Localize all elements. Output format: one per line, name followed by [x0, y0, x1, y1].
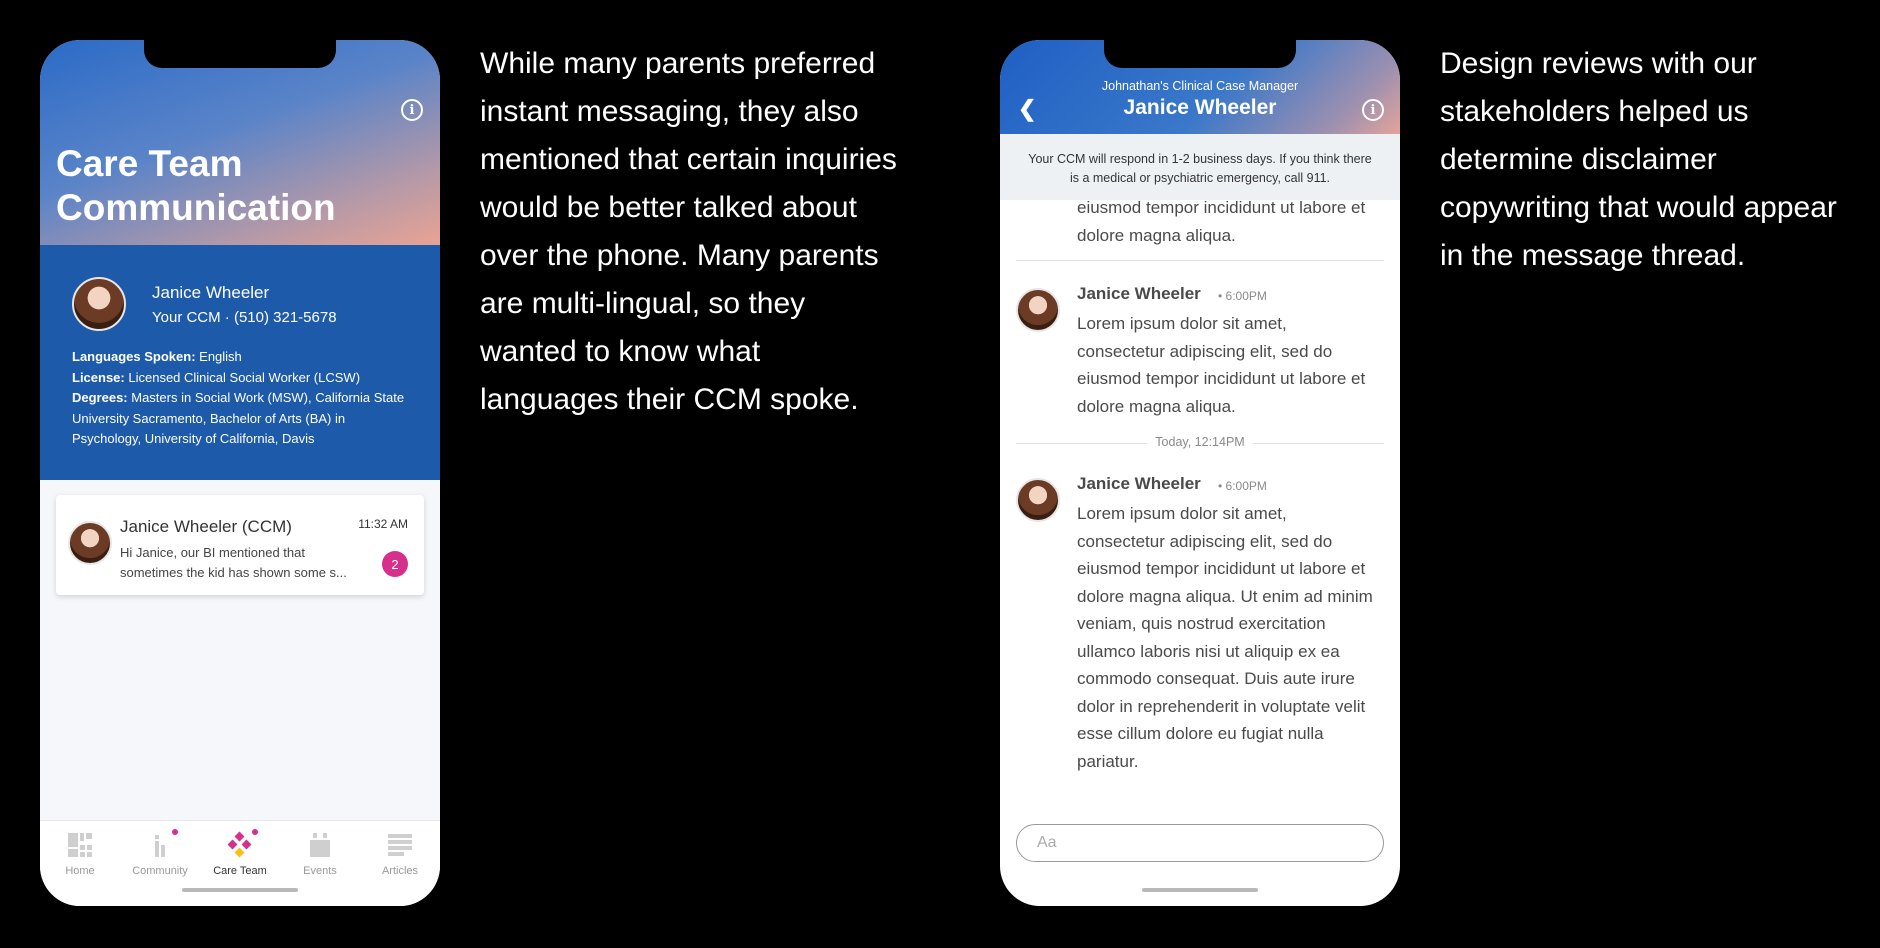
tab-label: Community: [132, 865, 188, 877]
message-composer[interactable]: [1016, 824, 1384, 862]
message-time: • 6:00PM: [1218, 479, 1267, 493]
conversation-name: Janice Wheeler (CCM): [120, 517, 292, 536]
degrees-label: Degrees:: [72, 390, 128, 405]
care-team-phone-mockup: i Care Team Communication Janice Wheeler…: [40, 40, 440, 906]
tab-articles[interactable]: Articles: [360, 831, 440, 877]
license-row: License: Licensed Clinical Social Worker…: [72, 368, 412, 389]
caption-right: Design reviews with our stakeholders hel…: [1440, 47, 1837, 272]
home-indicator: [1142, 888, 1258, 892]
degrees-row: Degrees: Masters in Social Work (MSW), C…: [72, 388, 412, 450]
date-separator: Today, 12:14PM: [1000, 435, 1400, 449]
avatar: [1016, 288, 1060, 332]
tab-label: Articles: [381, 865, 419, 877]
info-icon[interactable]: i: [401, 99, 423, 121]
conversation-list-item[interactable]: Janice Wheeler (CCM) 11:32 AM Hi Janice,…: [56, 495, 424, 595]
license-value: Licensed Clinical Social Worker (LCSW): [124, 369, 361, 385]
home-indicator: [182, 888, 298, 892]
phone-notch: [1104, 40, 1296, 68]
license-label: License:: [72, 369, 125, 385]
unread-badge: 2: [382, 551, 408, 577]
avatar: [72, 277, 126, 331]
ccm-role-phone[interactable]: Your CCM · (510) 321-5678: [152, 309, 337, 326]
community-icon: [146, 829, 178, 859]
articles-icon: [386, 831, 414, 859]
ccm-profile-card: Janice Wheeler Your CCM · (510) 321-5678…: [40, 245, 440, 480]
care-team-icon: [226, 829, 258, 859]
thread-subtitle: Johnathan's Clinical Case Manager: [1101, 79, 1299, 93]
conversation-preview: Hi Janice, our BI mentioned that sometim…: [120, 545, 347, 580]
care-team-header: i Care Team Communication: [40, 40, 440, 245]
tab-label: Care Team: [213, 865, 267, 877]
tab-community[interactable]: Community: [120, 829, 200, 877]
message-input[interactable]: [1017, 825, 1383, 861]
bottom-tab-bar: Home Community Care Team Events Articles: [40, 820, 440, 906]
message-time: • 6:00PM: [1218, 289, 1267, 303]
avatar: [1016, 478, 1060, 522]
notification-dot: [172, 829, 178, 835]
languages-value: English: [195, 349, 242, 364]
message-author: Janice Wheeler: [1077, 474, 1201, 493]
message-author: Janice Wheeler: [1077, 284, 1201, 303]
ccm-details: Languages Spoken: English License: Licen…: [72, 347, 412, 450]
showcase-canvas: i Care Team Communication Janice Wheeler…: [0, 0, 1880, 948]
message-divider: [1016, 260, 1384, 261]
calendar-icon: [306, 831, 334, 859]
phone-notch: [144, 40, 336, 68]
message-text: Lorem ipsum dolor sit amet, consectetur …: [1077, 504, 1373, 771]
tab-events[interactable]: Events: [280, 831, 360, 877]
info-icon[interactable]: i: [1362, 99, 1384, 121]
disclaimer-banner: Your CCM will respond in 1-2 business da…: [1000, 134, 1400, 200]
message-time-value: 6:00PM: [1225, 479, 1267, 493]
ccm-name: Janice Wheeler: [152, 283, 270, 302]
languages-label: Languages Spoken:: [72, 349, 196, 364]
conversation-time: 11:32 AM: [358, 517, 408, 531]
caption-left: While many parents preferred instant mes…: [480, 47, 897, 416]
home-grid-icon: [66, 831, 94, 859]
tab-home[interactable]: Home: [40, 831, 120, 877]
thread-title: Janice Wheeler: [1123, 96, 1277, 119]
tab-label: Events: [303, 865, 337, 877]
page-title: Care Team Communication: [56, 143, 336, 228]
notification-dot: [252, 829, 258, 835]
message-time-value: 6:00PM: [1225, 289, 1267, 303]
tab-care-team[interactable]: Care Team: [200, 829, 280, 877]
languages-row: Languages Spoken: English: [72, 347, 412, 368]
message-text: Lorem ipsum dolor sit amet, consectetur …: [1077, 314, 1366, 416]
date-separator-label: Today, 12:14PM: [1147, 435, 1253, 449]
avatar: [68, 521, 112, 565]
message-thread: eiusmod tempor incididunt ut labore et d…: [1000, 200, 1400, 860]
message-thread-phone-mockup: ❮ Johnathan's Clinical Case Manager Jani…: [1000, 40, 1400, 906]
message-text-partial: eiusmod tempor incididunt ut labore et d…: [1077, 200, 1366, 245]
tab-label: Home: [65, 865, 95, 877]
